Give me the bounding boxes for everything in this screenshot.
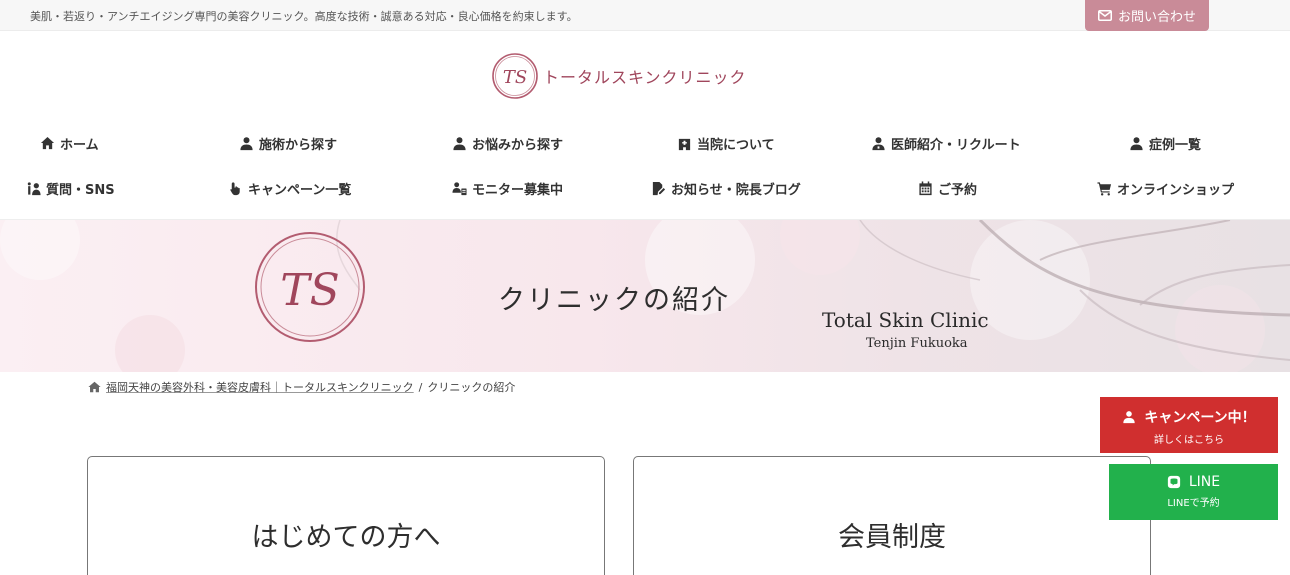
svg-text:TS: TS xyxy=(280,265,340,316)
logo-monogram-icon: TS xyxy=(492,53,538,99)
site-logo[interactable]: TS トータルスキンクリニック xyxy=(491,52,747,100)
nav-label: 症例一覧 xyxy=(1149,138,1202,153)
id-card-icon xyxy=(452,182,467,196)
user-md-icon xyxy=(872,137,885,151)
floating-line-button[interactable]: LINE LINEで予約 xyxy=(1109,464,1278,520)
nav-label: ご予約 xyxy=(938,183,978,198)
breadcrumb-separator: / xyxy=(418,380,423,394)
calendar-icon xyxy=(919,181,932,196)
home-icon xyxy=(88,381,101,393)
breadcrumb: 福岡天神の美容外科・美容皮膚科｜トータルスキンクリニック / クリニックの紹介 xyxy=(88,379,515,395)
hand-pointer-icon xyxy=(230,182,240,196)
envelope-icon xyxy=(1097,10,1112,21)
nav-label: お知らせ・院長ブログ xyxy=(671,183,801,198)
floating-campaign-button[interactable]: キャンペーン中！ 詳しくはこちら xyxy=(1100,397,1278,453)
nav-home[interactable]: ホーム xyxy=(40,134,99,153)
nav-faq-sns[interactable]: 質問・SNS xyxy=(26,179,115,198)
line-button-label: LINE xyxy=(1188,474,1221,490)
nav-label: 施術から探す xyxy=(259,138,338,153)
nav-search-by-treatment[interactable]: 施術から探す xyxy=(239,134,337,153)
card-title: はじめての方へ xyxy=(251,522,441,553)
hero-subtitle-location: Tenjin Fukuoka xyxy=(866,336,968,351)
nav-label: キャンペーン一覧 xyxy=(248,183,352,198)
nav-search-by-concern[interactable]: お悩みから探す xyxy=(452,134,563,153)
top-bar: 美肌・若返り・アンチエイジング専門の美容クリニック。高度な技術・誠意ある対応・良… xyxy=(0,0,1290,31)
hero-title: クリニックの紹介 xyxy=(498,285,730,316)
line-icon xyxy=(1167,475,1180,489)
nav-label: 質問・SNS xyxy=(46,183,115,198)
nav-doctors-recruit[interactable]: 医師紹介・リクルート xyxy=(871,134,1021,153)
line-button-sub: LINEで予約 xyxy=(1167,498,1220,509)
campaign-button-sub: 詳しくはこちら xyxy=(1154,435,1224,446)
breadcrumb-home-link[interactable]: 福岡天神の美容外科・美容皮膚科｜トータルスキンクリニック xyxy=(106,379,414,395)
nav-case-list[interactable]: 症例一覧 xyxy=(1129,134,1201,153)
svg-text:TS: TS xyxy=(503,67,527,88)
cart-icon xyxy=(1097,182,1112,196)
contact-button[interactable]: お問い合わせ xyxy=(1085,0,1209,31)
home-icon xyxy=(40,136,55,150)
nav-label: ホーム xyxy=(60,138,99,153)
hero-subtitle-en: Total Skin Clinic xyxy=(822,308,989,332)
nav-about-clinic[interactable]: 当院について xyxy=(677,134,775,153)
user-nurse-icon xyxy=(240,137,253,151)
nav-campaign-list[interactable]: キャンペーン一覧 xyxy=(228,179,351,198)
file-edit-icon xyxy=(652,181,666,196)
contact-button-label: お問い合わせ xyxy=(1117,10,1196,25)
nav-monitor-recruitment[interactable]: モニター募集中 xyxy=(452,179,563,198)
campaign-button-label: キャンペーン中！ xyxy=(1144,410,1256,426)
user-nurse-icon xyxy=(453,137,466,151)
card-first-visit[interactable]: はじめての方へ xyxy=(87,456,605,575)
user-icon xyxy=(1123,411,1136,424)
info-user-icon xyxy=(27,182,41,196)
nav-online-shop[interactable]: オンラインショップ xyxy=(1097,179,1234,198)
nav-news-blog[interactable]: お知らせ・院長ブログ xyxy=(651,179,801,198)
user-nurse-icon xyxy=(1130,137,1143,151)
hero-banner: TS クリニックの紹介 Total Skin Clinic Tenjin Fuk… xyxy=(0,219,1290,372)
nav-label: 当院について xyxy=(697,138,775,153)
nav-label: モニター募集中 xyxy=(472,183,564,198)
nav-reservation[interactable]: ご予約 xyxy=(918,179,977,198)
card-membership[interactable]: 会員制度 xyxy=(633,456,1151,575)
breadcrumb-current: クリニックの紹介 xyxy=(427,381,516,394)
nav-label: オンラインショップ xyxy=(1117,183,1235,198)
site-tagline: 美肌・若返り・アンチエイジング専門の美容クリニック。高度な技術・誠意ある対応・良… xyxy=(30,10,578,23)
card-title: 会員制度 xyxy=(838,522,946,553)
logo-text: トータルスキンクリニック xyxy=(543,68,747,87)
hospital-icon xyxy=(678,138,691,151)
nav-label: お悩みから探す xyxy=(472,138,564,153)
nav-label: 医師紹介・リクルート xyxy=(891,138,1021,153)
